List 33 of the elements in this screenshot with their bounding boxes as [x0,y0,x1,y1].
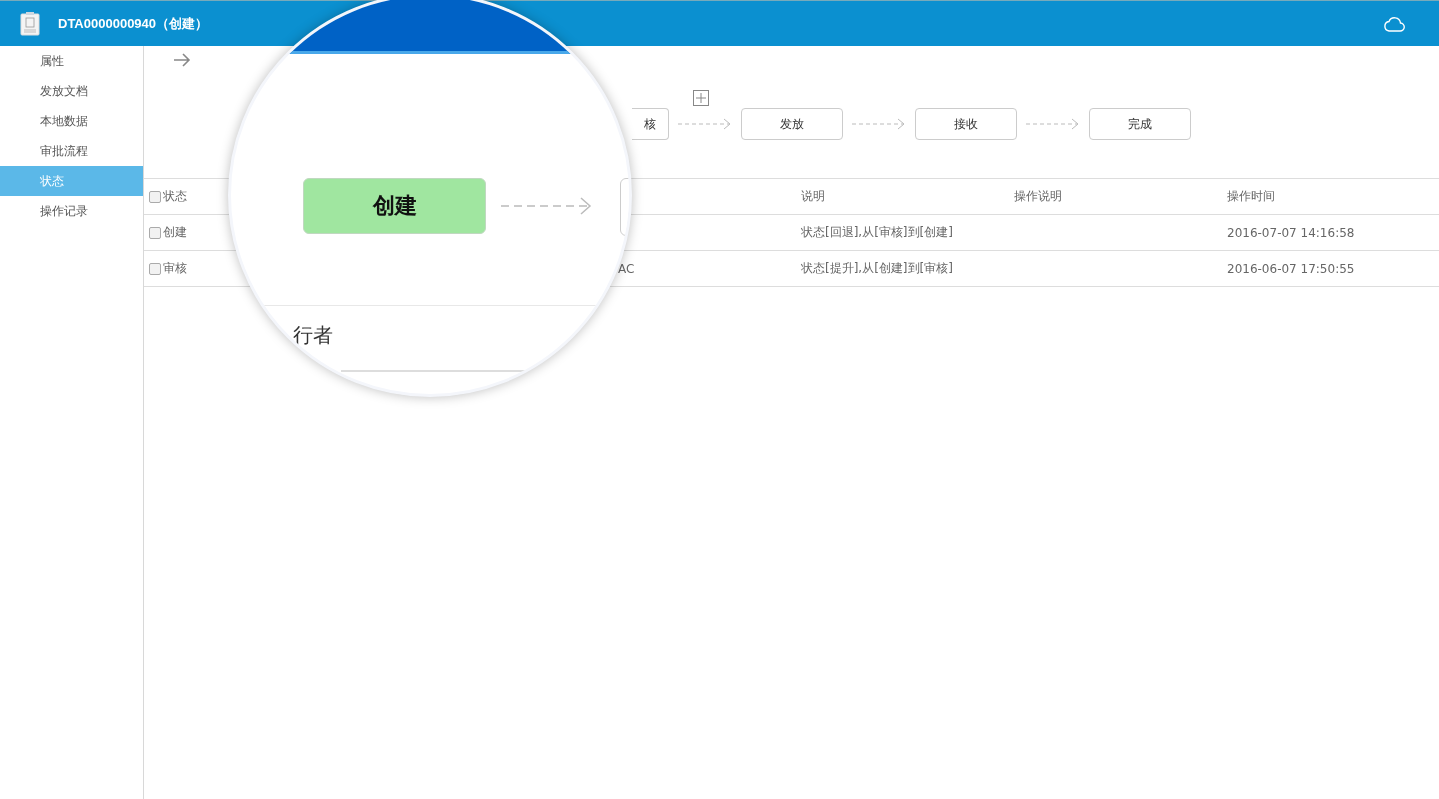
workflow-step: 创建 [303,178,486,234]
sidebar-item[interactable]: 审批流程 [0,136,143,166]
sidebar-item[interactable]: 发放文档 [0,76,143,106]
workflow-step[interactable]: 完成 [1089,108,1191,140]
dashed-arrow [852,118,906,130]
table-cell: 审核 [163,260,187,277]
sidebar-item[interactable]: 属性 [0,46,143,76]
cloud-icon[interactable] [1383,15,1405,32]
table-cell: AC [618,261,635,276]
column-header: 操作说明 [1014,188,1063,205]
document-icon [20,11,40,36]
workflow-step[interactable]: 核 [632,108,669,140]
add-icon[interactable] [693,90,709,106]
table-cell: 2016-07-07 14:16:58 [1227,225,1355,240]
column-header: 状态 [163,188,187,205]
workflow-step[interactable]: 发放 [741,108,843,140]
dashed-arrow [1026,118,1080,130]
document-title: DTA0000000940（创建） [58,14,209,33]
table-cell: 状态[回退],从[审核]到[创建] [801,224,953,241]
column-header: 操作时间 [1227,188,1276,205]
table-cell: 创建 [163,224,187,241]
column-header: 说明 [801,188,826,205]
workflow-step[interactable]: 接收 [915,108,1017,140]
sidebar-item[interactable]: 本地数据 [0,106,143,136]
dashed-arrow [678,118,732,130]
section-label: 行者 [293,322,333,349]
checkbox[interactable] [149,190,161,203]
checkbox[interactable] [149,226,161,239]
checkbox[interactable] [149,262,161,275]
table-cell: 状态[提升],从[创建]到[审核] [801,260,953,277]
arrow-right-icon[interactable] [173,53,191,67]
sidebar-item[interactable]: 操作记录 [0,196,143,226]
table-cell: 2016-06-07 17:50:55 [1227,261,1355,276]
